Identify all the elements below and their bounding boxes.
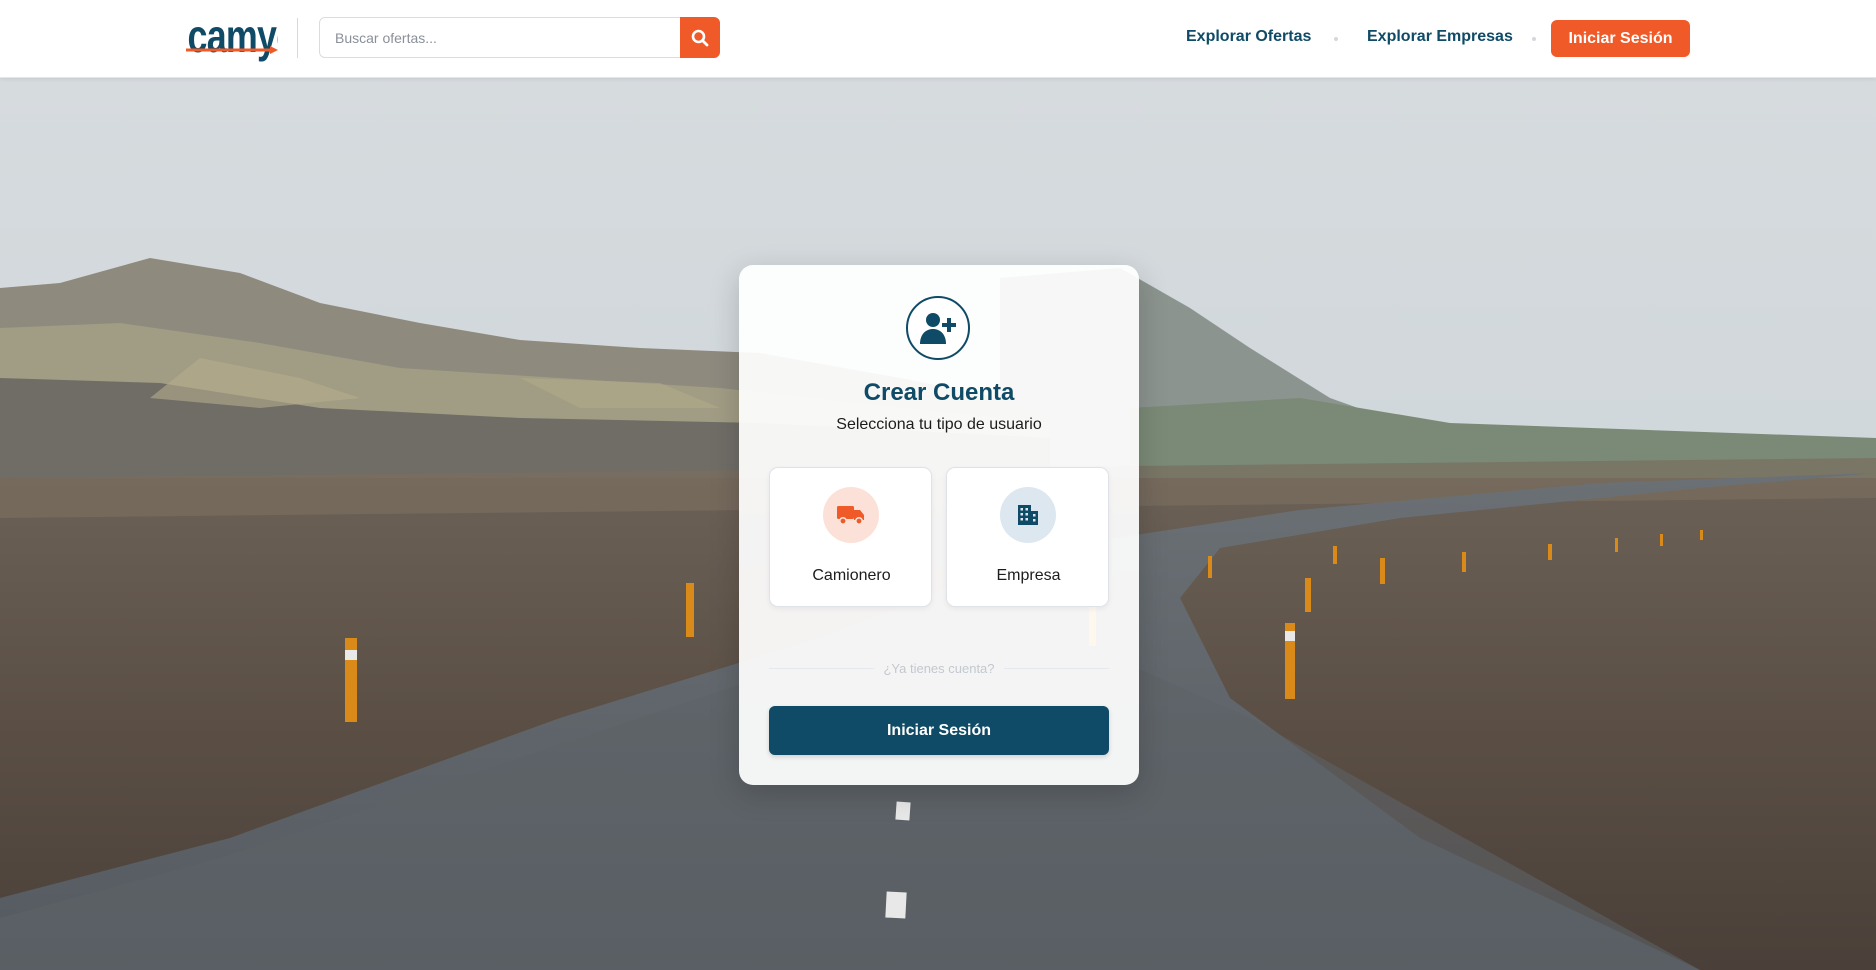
user-type-label: Camionero: [812, 567, 891, 584]
card-login-button[interactable]: Iniciar Sesión: [769, 706, 1109, 755]
nav-separator: [1334, 37, 1338, 41]
nav-separator: [1532, 37, 1536, 41]
search-button[interactable]: [680, 17, 720, 58]
camyo-logo[interactable]: camyo: [186, 10, 298, 66]
nav-explore-offers[interactable]: Explorar Ofertas: [1186, 28, 1311, 46]
header-login-button[interactable]: Iniciar Sesión: [1551, 20, 1690, 57]
svg-text:camyo: camyo: [188, 11, 278, 62]
have-account-text: ¿Ya tienes cuenta?: [883, 661, 995, 676]
user-plus-icon: [906, 296, 970, 360]
search-input[interactable]: [320, 18, 680, 57]
signup-card: Crear Cuenta Selecciona tu tipo de usuar…: [739, 265, 1139, 785]
user-type-company[interactable]: Empresa: [946, 467, 1109, 607]
card-subtitle: Selecciona tu tipo de usuario: [836, 416, 1042, 433]
logo-divider: [297, 18, 298, 58]
building-icon: [1000, 487, 1056, 543]
truck-icon: [823, 487, 879, 543]
top-navbar: camyo Explorar Ofertas Explorar Empresas…: [0, 0, 1876, 78]
search-bar: [319, 17, 720, 58]
user-type-trucker[interactable]: Camionero: [769, 467, 932, 607]
nav-explore-companies[interactable]: Explorar Empresas: [1367, 28, 1513, 46]
search-icon: [691, 29, 709, 46]
user-type-label: Empresa: [996, 567, 1061, 584]
card-title: Crear Cuenta: [863, 379, 1015, 406]
